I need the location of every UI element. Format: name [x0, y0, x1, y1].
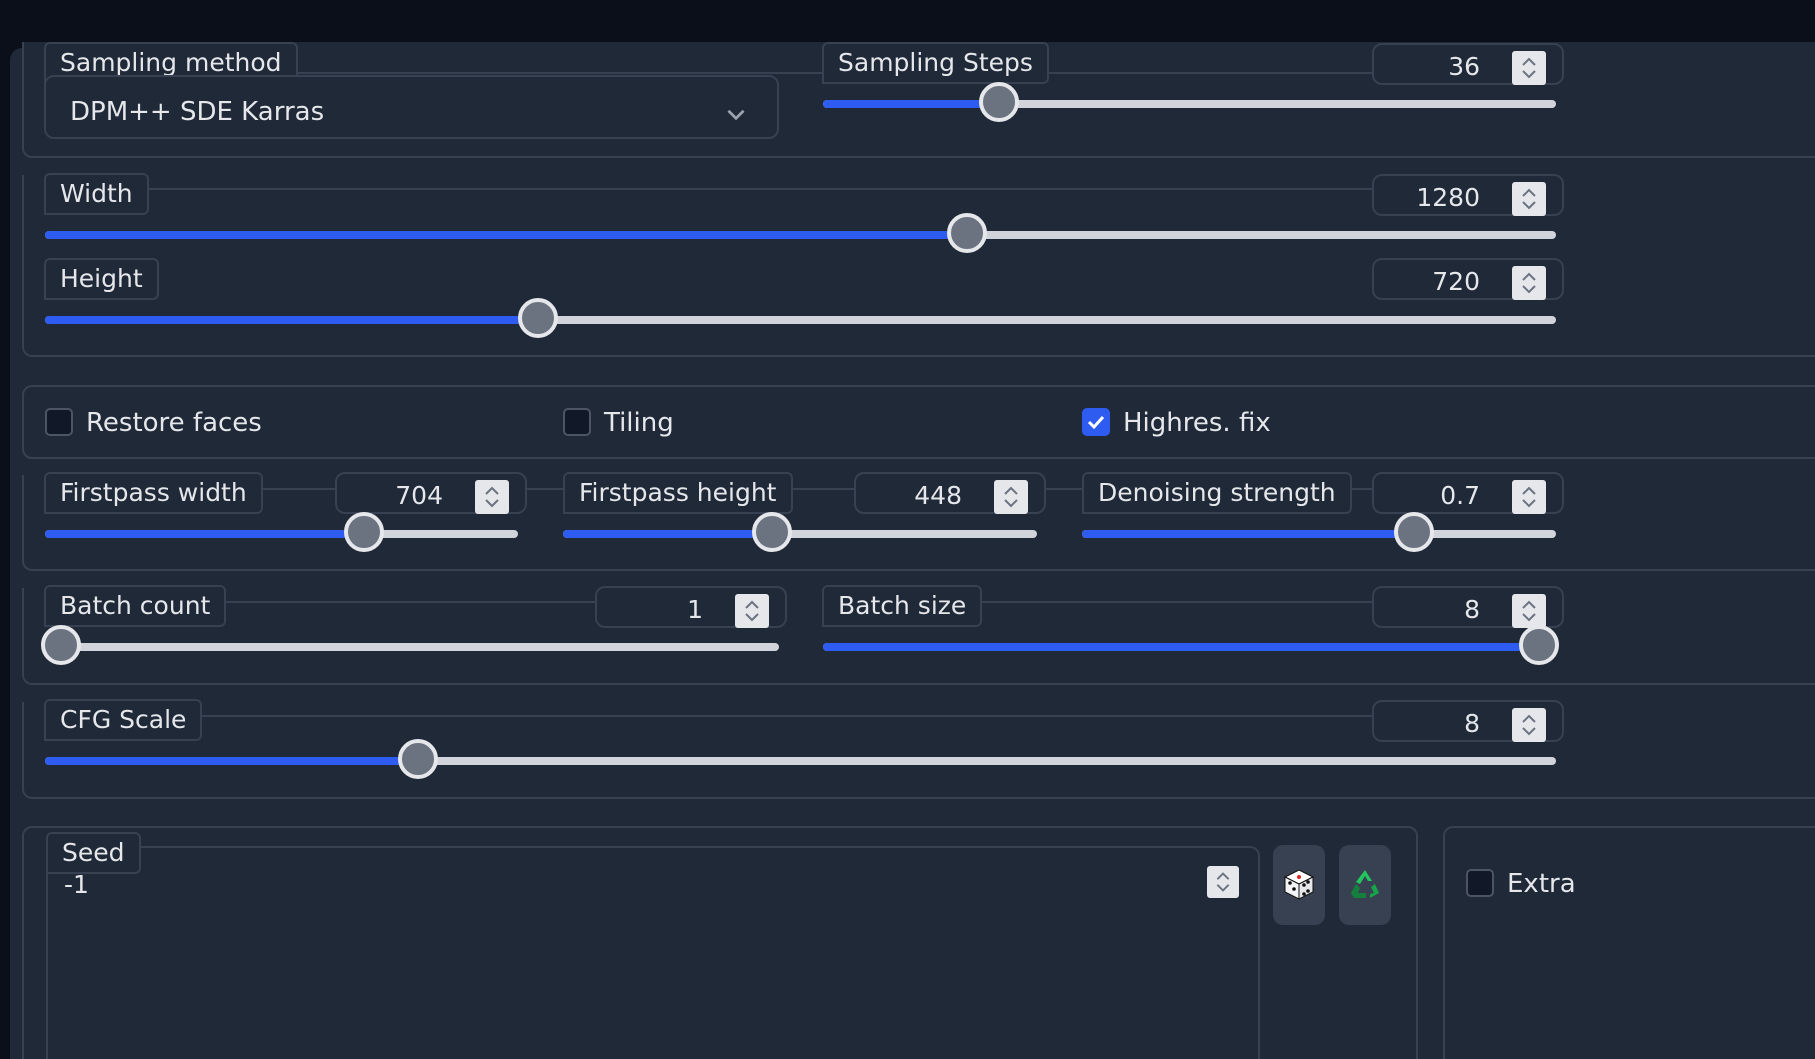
extra-checkbox[interactable] — [1466, 869, 1494, 897]
txt2img-settings: Sampling method DPM++ SDE Karras Samplin… — [0, 0, 1815, 1059]
firstpass-width-input[interactable]: 704 — [335, 472, 527, 514]
batch-count-input[interactable]: 1 — [595, 586, 787, 628]
reuse-seed-button[interactable] — [1339, 845, 1391, 925]
batch-size-input[interactable]: 8 — [1372, 586, 1564, 628]
batch-count-value: 1 — [687, 595, 703, 624]
seed-field[interactable] — [46, 846, 1260, 1059]
sampling-steps-label: Sampling Steps — [822, 42, 1049, 84]
dice-icon — [1283, 869, 1315, 900]
highres-fix-label[interactable]: Highres. fix — [1123, 408, 1271, 438]
width-value: 1280 — [1416, 183, 1480, 212]
firstpass-height-fill — [563, 530, 772, 538]
firstpass-height-stepper[interactable] — [994, 480, 1028, 514]
restore-faces-label[interactable]: Restore faces — [86, 408, 262, 438]
firstpass-width-fill — [45, 530, 364, 538]
denoising-strength-slider[interactable] — [1082, 512, 1556, 552]
denoising-strength-value: 0.7 — [1440, 481, 1480, 510]
stepper-arrows-icon — [1522, 188, 1536, 210]
restore-faces-checkbox[interactable] — [45, 408, 73, 436]
checkmark-icon — [1087, 415, 1105, 430]
cfg-scale-input[interactable]: 8 — [1372, 700, 1564, 742]
highres-fix-checkbox[interactable] — [1082, 408, 1110, 436]
height-slider[interactable] — [45, 298, 1556, 338]
height-fill — [45, 316, 538, 324]
batch-count-slider[interactable] — [41, 625, 779, 665]
firstpass-width-stepper[interactable] — [475, 480, 509, 514]
cfg-scale-thumb[interactable] — [398, 739, 438, 779]
extra-label[interactable]: Extra — [1507, 869, 1576, 899]
firstpass-width-label: Firstpass width — [44, 472, 263, 514]
stepper-arrows-icon — [1216, 872, 1230, 892]
sampling-steps-stepper[interactable] — [1512, 51, 1546, 85]
height-stepper[interactable] — [1512, 266, 1546, 300]
height-label: Height — [44, 258, 159, 300]
chevron-down-icon — [727, 109, 745, 121]
firstpass-height-input[interactable]: 448 — [854, 472, 1046, 514]
width-thumb[interactable] — [947, 213, 987, 253]
width-stepper[interactable] — [1512, 182, 1546, 216]
batch-count-stepper[interactable] — [735, 594, 769, 628]
seed-value[interactable]: -1 — [64, 870, 89, 899]
batch-size-label: Batch size — [822, 585, 983, 627]
batch-size-thumb[interactable] — [1519, 625, 1559, 665]
batch-size-fill — [823, 643, 1539, 651]
stepper-arrows-icon — [1522, 714, 1536, 736]
seed-stepper[interactable] — [1207, 866, 1239, 898]
seed-label: Seed — [46, 832, 141, 874]
denoising-strength-thumb[interactable] — [1394, 512, 1434, 552]
stepper-arrows-icon — [1522, 272, 1536, 294]
cfg-scale-slider[interactable] — [45, 739, 1556, 779]
denoising-strength-label: Denoising strength — [1082, 472, 1352, 514]
firstpass-height-label: Firstpass height — [563, 472, 793, 514]
extra-group — [1443, 826, 1815, 1059]
denoising-strength-input[interactable]: 0.7 — [1372, 472, 1564, 514]
tiling-label[interactable]: Tiling — [604, 408, 674, 438]
sampling-steps-value: 36 — [1448, 52, 1480, 81]
firstpass-height-slider[interactable] — [563, 512, 1037, 552]
cfg-scale-label: CFG Scale — [44, 699, 203, 741]
denoising-strength-fill — [1082, 530, 1414, 538]
width-slider[interactable] — [45, 213, 1556, 253]
sampling-steps-slider[interactable] — [823, 82, 1556, 122]
height-value: 720 — [1432, 267, 1480, 296]
options-group — [22, 385, 1815, 459]
firstpass-width-value: 704 — [395, 481, 443, 510]
sampling-method-select[interactable]: DPM++ SDE Karras — [44, 75, 779, 139]
sampling-steps-fill — [823, 100, 999, 108]
width-input[interactable]: 1280 — [1372, 174, 1564, 216]
firstpass-width-slider[interactable] — [45, 512, 518, 552]
stepper-arrows-icon — [485, 486, 499, 508]
stepper-arrows-icon — [1522, 600, 1536, 622]
batch-size-stepper[interactable] — [1512, 594, 1546, 628]
sampling-steps-thumb[interactable] — [979, 82, 1019, 122]
batch-size-slider[interactable] — [823, 625, 1559, 665]
stepper-arrows-icon — [1522, 57, 1536, 79]
random-seed-button[interactable] — [1273, 845, 1325, 925]
firstpass-height-thumb[interactable] — [752, 512, 792, 552]
cfg-scale-stepper[interactable] — [1512, 708, 1546, 742]
stepper-arrows-icon — [1522, 486, 1536, 508]
batch-count-thumb[interactable] — [41, 625, 81, 665]
height-thumb[interactable] — [518, 298, 558, 338]
tiling-checkbox[interactable] — [563, 408, 591, 436]
firstpass-width-thumb[interactable] — [344, 512, 384, 552]
batch-count-label: Batch count — [44, 585, 227, 627]
cfg-scale-fill — [45, 757, 418, 765]
height-input[interactable]: 720 — [1372, 258, 1564, 300]
denoising-strength-stepper[interactable] — [1512, 480, 1546, 514]
stepper-arrows-icon — [745, 600, 759, 622]
sampling-method-value: DPM++ SDE Karras — [70, 97, 325, 127]
recycle-icon — [1351, 870, 1379, 898]
width-fill — [45, 231, 967, 239]
batch-size-value: 8 — [1464, 595, 1480, 624]
sampling-steps-input[interactable]: 36 — [1372, 43, 1564, 85]
cfg-scale-value: 8 — [1464, 709, 1480, 738]
stepper-arrows-icon — [1004, 486, 1018, 508]
firstpass-height-value: 448 — [914, 481, 962, 510]
width-label: Width — [44, 173, 149, 215]
